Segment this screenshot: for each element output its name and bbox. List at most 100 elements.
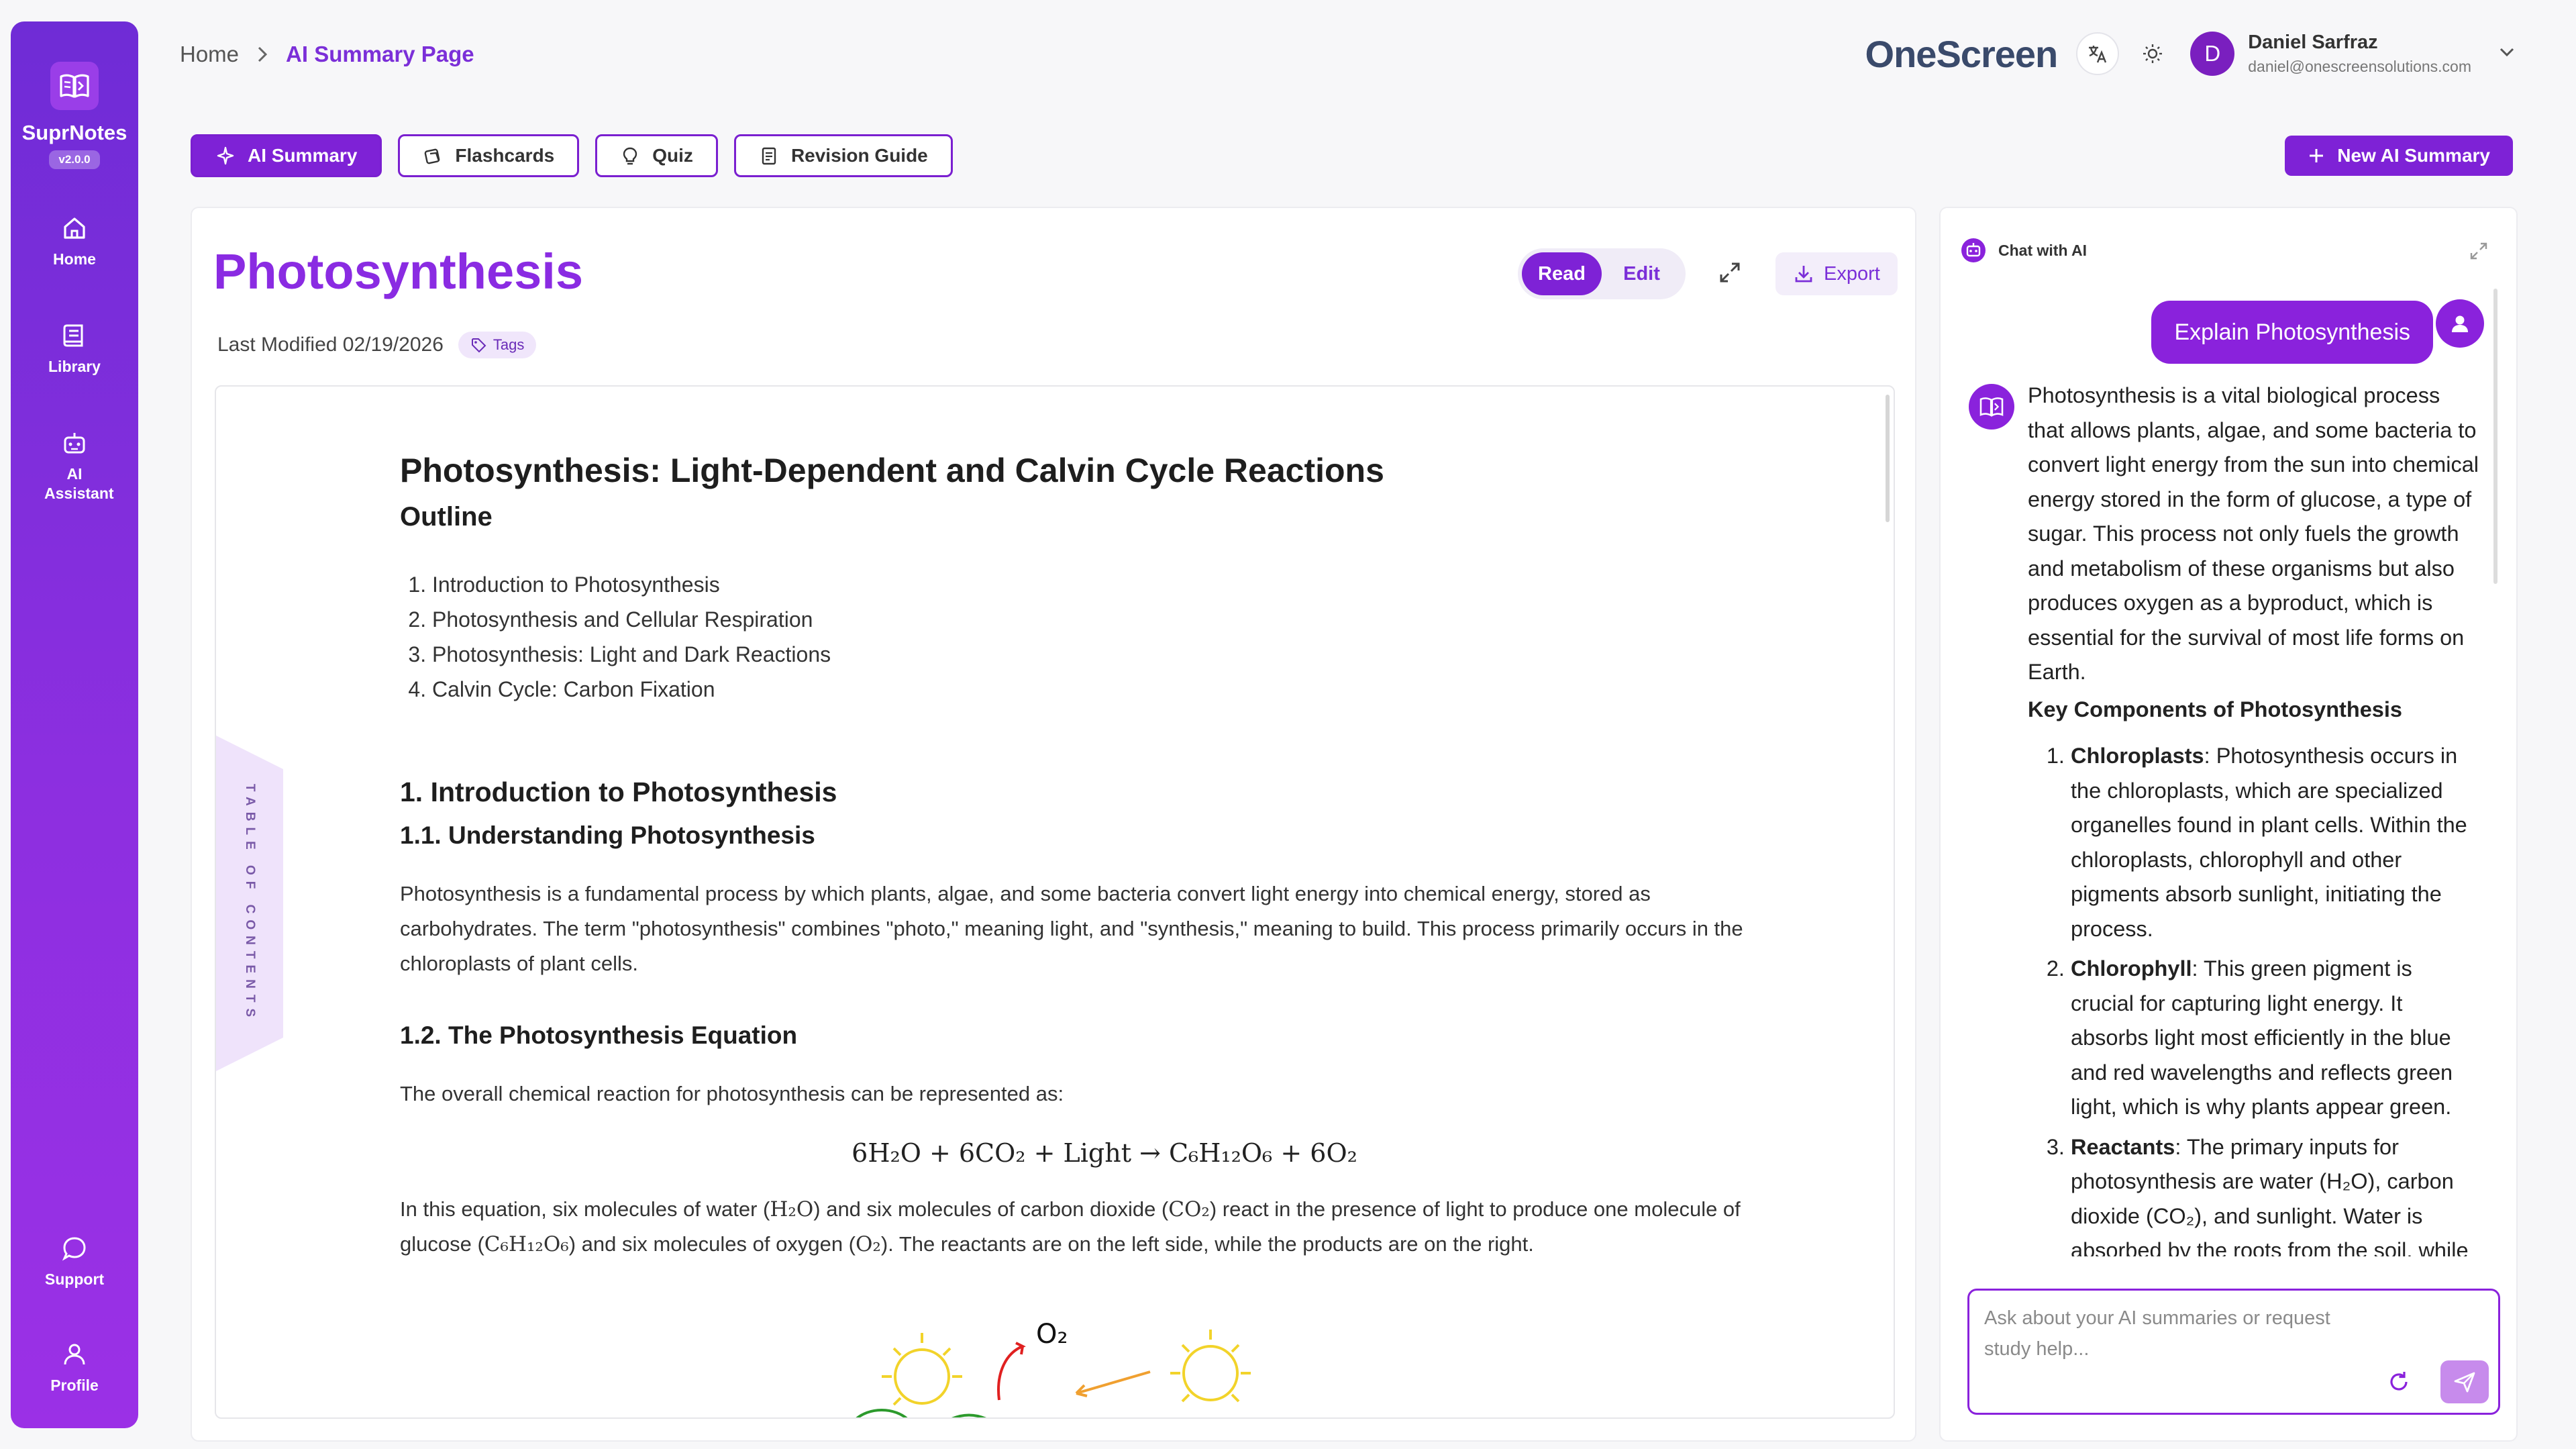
page-title: Photosynthesis [213,244,583,299]
export-button[interactable]: Export [1775,252,1898,295]
math-inline: H₂O [770,1197,814,1221]
chat-input[interactable] [1984,1303,2360,1377]
sidebar: SuprNotes v2.0.0 Home Library AI Assista… [11,21,138,1428]
user-info[interactable]: Daniel Sarfraz daniel@onescreensolutions… [2248,32,2471,76]
edit-mode-button[interactable]: Edit [1602,252,1682,295]
math-inline: O₂ [856,1232,881,1256]
text-run: ). The reactants are on the left side, w… [880,1232,1534,1256]
sidebar-item-label: Library [48,358,101,375]
send-button[interactable] [2440,1360,2489,1403]
sidebar-item-label: AI Assistant [44,465,114,502]
document-viewer: TABLE OF CONTENTS Photosynthesis: Light-… [215,385,1895,1419]
sidebar-item-ai-assistant[interactable]: AI Assistant [11,430,138,503]
breadcrumb-current: AI Summary Page [286,42,474,66]
list-term: Chlorophyll [2071,956,2192,981]
read-edit-toggle: Read Edit [1518,248,1686,299]
plus-icon [2310,149,2324,162]
summary-card: Photosynthesis Last Modified 02/19/2026 … [191,207,1916,1442]
sidebar-item-library[interactable]: Library [11,322,138,377]
onescreen-logo: OneScreen [1865,32,2059,75]
tab-revision-guide[interactable]: Revision Guide [733,134,953,177]
bot-message: Photosynthesis is a vital biological pro… [2028,379,2480,1256]
sidebar-item-label: Support [44,1270,105,1288]
math-inline: C₆H₁₂O₆ [484,1232,569,1256]
translate-icon [2089,46,2107,63]
table-of-contents-toggle[interactable]: TABLE OF CONTENTS [216,736,283,1071]
sidebar-item-home[interactable]: Home [11,215,138,269]
user-avatar [2436,299,2484,348]
outline-heading: Outline [400,502,493,532]
tab-ai-summary[interactable]: AI Summary [191,134,382,177]
outline-item: Photosynthesis and Cellular Respiration [432,602,1809,637]
refresh-icon [2390,1372,2408,1391]
text-run: ) and six molecules of oxygen ( [568,1232,856,1256]
chevron-down-icon[interactable] [2498,46,2516,62]
tags-button[interactable]: Tags [458,332,537,358]
home-icon [64,217,85,239]
chat-input-container [1967,1289,2500,1415]
ai-summary-icon [217,146,234,165]
app-logo-icon [50,62,99,110]
download-icon [1795,266,1812,283]
tab-label: Quiz [652,145,693,166]
tab-flashcards[interactable]: Flashcards [398,134,580,177]
sidebar-item-label: Home [53,250,96,268]
user-icon [2452,315,2468,332]
list-text: : Photosynthesis occurs in the chloropla… [2071,744,2467,941]
sun-icon [2143,44,2163,63]
photosynthesis-equation: 6H₂O + 6CO₂ + Light → C₆H₁₂O₆ + 6O₂ [852,1138,1357,1168]
text-run: ) and six molecules of carbon dioxide ( [813,1197,1169,1221]
header-right: OneScreen D Daniel Sarfraz daniel@onescr… [1865,27,2516,81]
document-content: Photosynthesis: Light-Dependent and Calv… [400,451,1809,1262]
outline-list: Introduction to Photosynthesis Photosynt… [400,567,1809,707]
photosynthesis-sketch: O₂ [856,1319,1251,1417]
refresh-button[interactable] [2385,1368,2412,1399]
sidebar-item-support[interactable]: Support [11,1235,138,1289]
toc-label: TABLE OF CONTENTS [243,783,257,1023]
outline-item: Photosynthesis: Light and Dark Reactions [432,637,1809,672]
list-term: Chloroplasts [2071,744,2204,768]
translate-button[interactable] [2076,32,2120,75]
document-scrollbar[interactable] [1886,395,1890,522]
new-ai-summary-button[interactable]: New AI Summary [2285,136,2513,176]
expand-icon [2470,242,2487,260]
sidebar-item-profile[interactable]: Profile [11,1341,138,1395]
read-mode-button[interactable]: Read [1522,252,1602,295]
robot-icon [1961,238,1986,262]
send-icon [2454,1372,2475,1393]
paragraph: The overall chemical reaction for photos… [400,1082,1064,1105]
breadcrumb: Home AI Summary Page [180,42,474,67]
avatar[interactable]: D [2190,32,2235,76]
user-email: daniel@onescreensolutions.com [2248,58,2471,75]
app-version-badge: v2.0.0 [49,150,100,169]
tab-quiz[interactable]: Quiz [595,134,718,177]
flashcards-icon [425,148,440,164]
subsection-heading: 1.2. The Photosynthesis Equation [400,1021,798,1049]
tab-label: Flashcards [455,145,555,166]
subsection-heading: 1.1. Understanding Photosynthesis [400,821,815,849]
chat-expand-button[interactable] [2468,240,2489,265]
chat-bubble-icon [62,1237,86,1261]
chat-scrollbar[interactable] [2493,289,2497,584]
chat-header: Chat with AI [1961,238,2087,263]
bot-paragraph: Photosynthesis is a vital biological pro… [2028,383,2479,684]
tags-label: Tags [493,336,525,353]
last-modified: Last Modified 02/19/2026 [217,334,444,356]
list-item: Chlorophyll: This green pigment is cruci… [2071,952,2480,1125]
user-icon [64,1344,85,1365]
tag-icon [471,338,486,353]
fullscreen-button[interactable] [1716,259,1743,289]
expand-icon [1720,262,1740,283]
content-tabs: AI Summary Flashcards Quiz Revision Guid… [191,134,969,177]
app-name: SuprNotes [21,121,127,144]
theme-toggle-button[interactable] [2131,32,2174,75]
breadcrumb-home-link[interactable]: Home [180,42,239,67]
chat-title: Chat with AI [1998,241,2088,259]
paragraph: In this equation, six molecules of water… [400,1192,1755,1262]
robot-icon [64,433,85,454]
list-item: Chloroplasts: Photosynthesis occurs in t… [2071,739,2480,946]
math-inline: CO₂ [1168,1197,1210,1221]
export-label: Export [1824,262,1880,285]
paragraph: Photosynthesis is a fundamental process … [400,882,1743,975]
bot-list: Chloroplasts: Photosynthesis occurs in t… [2028,739,2480,1256]
